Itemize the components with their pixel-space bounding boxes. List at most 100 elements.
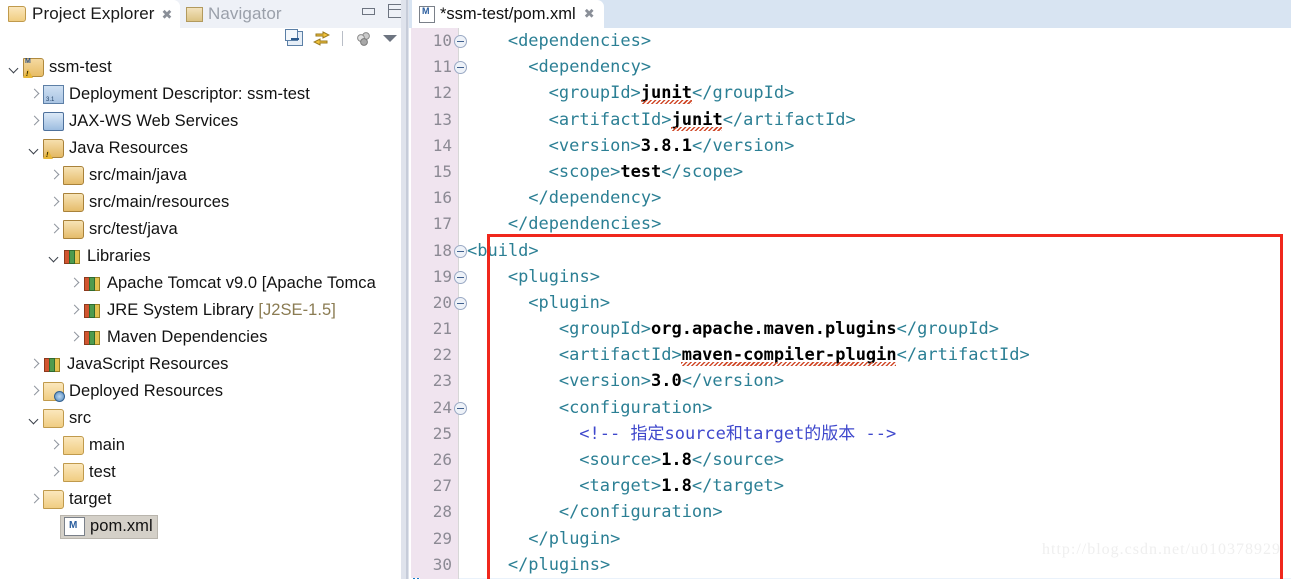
- minimize-button[interactable]: [362, 7, 375, 15]
- fold-collapse-icon[interactable]: [454, 61, 467, 75]
- chevron-right-icon[interactable]: [28, 359, 40, 371]
- tree-item-ssm-test[interactable]: ssm-test: [0, 54, 400, 81]
- tree-item-main[interactable]: main: [0, 432, 400, 459]
- chevron-right-icon[interactable]: [48, 197, 60, 209]
- tree-item-content: Java Resources: [43, 139, 188, 159]
- code-line[interactable]: 15 <scope>test</scope>: [409, 159, 1291, 185]
- tree-item-label-qualifier: [J2SE-1.5]: [253, 301, 336, 319]
- code-line[interactable]: 22 <artifactId>maven-compiler-plugin</art…: [409, 342, 1291, 368]
- tree-item-javascript-resources[interactable]: JavaScript Resources: [0, 351, 400, 378]
- tab-project-explorer[interactable]: Project Explorer ✖: [0, 0, 181, 28]
- project-explorer-toolbar: [0, 28, 409, 54]
- line-number: 12: [432, 83, 452, 103]
- code-text: <configuration>: [558, 397, 713, 418]
- tree-item-java-resources[interactable]: Java Resources: [0, 135, 400, 162]
- tree-item-content: target: [43, 490, 112, 509]
- code-line[interactable]: 18 <build>: [409, 238, 1291, 264]
- chevron-right-icon[interactable]: [28, 89, 40, 101]
- tree-item-label: pom.xml: [90, 516, 153, 535]
- fold-collapse-icon[interactable]: [454, 244, 467, 258]
- close-icon[interactable]: ✖: [584, 6, 595, 22]
- tree-item-label: target: [69, 490, 112, 508]
- collapse-all-icon[interactable]: [285, 29, 303, 46]
- code-line[interactable]: 16 </dependency>: [409, 185, 1291, 211]
- tree-item-src-test-java[interactable]: src/test/java: [0, 216, 400, 243]
- project-tree[interactable]: ssm-test Deployment Descriptor: ssm-test J…: [0, 54, 400, 579]
- panel-divider-line: [406, 0, 408, 579]
- chevron-down-icon[interactable]: [28, 143, 40, 155]
- chevron-right-icon[interactable]: [48, 224, 60, 236]
- code-line[interactable]: 10 <dependencies>: [409, 28, 1291, 54]
- tree-item-content: Apache Tomcat v9.0 [Apache Tomca: [83, 274, 376, 293]
- toolbar-separator: [342, 31, 343, 46]
- tab-navigator[interactable]: Navigator: [178, 0, 290, 28]
- code-line[interactable]: 21 <groupId>org.apache.maven.plugins</gro…: [409, 316, 1291, 342]
- chevron-down-icon[interactable]: [8, 62, 20, 74]
- tree-item-deployment-descriptor-ssm-test[interactable]: Deployment Descriptor: ssm-test: [0, 81, 400, 108]
- tree-item-content: Deployment Descriptor: ssm-test: [43, 85, 310, 104]
- xml-text-value: 3.0: [651, 371, 682, 392]
- chevron-down-icon[interactable]: [48, 251, 60, 263]
- fold-collapse-icon[interactable]: [454, 401, 467, 415]
- code-line[interactable]: 13 <artifactId>junit</artifactId>: [409, 107, 1291, 133]
- link-with-editor-icon[interactable]: [312, 31, 331, 46]
- tree-item-apache-tomcat-v9-0-apache-tomca[interactable]: Apache Tomcat v9.0 [Apache Tomca: [0, 270, 400, 297]
- code-line[interactable]: 25 <!-- 指定source和target的版本 -->: [409, 421, 1291, 447]
- chevron-right-icon[interactable]: [48, 440, 60, 452]
- code-line[interactable]: 12 <groupId>junit</groupId>: [409, 80, 1291, 106]
- code-line[interactable]: 23 <version>3.0</version>: [409, 368, 1291, 394]
- tree-item-src-main-java[interactable]: src/main/java: [0, 162, 400, 189]
- chevron-right-icon[interactable]: [68, 332, 80, 344]
- maven-project-icon: [23, 58, 44, 78]
- code-text: </configuration>: [558, 502, 723, 523]
- code-text: <version>3.8.1</version>: [548, 135, 795, 156]
- maven-pom-icon: [419, 5, 435, 23]
- code-area[interactable]: 10 <dependencies> 11 <dependency> 12 <groupId…: [409, 28, 1291, 579]
- tree-item-src-main-resources[interactable]: src/main/resources: [0, 189, 400, 216]
- tree-item-target[interactable]: target: [0, 486, 400, 513]
- code-line[interactable]: 11 <dependency>: [409, 54, 1291, 80]
- fold-collapse-icon[interactable]: [454, 270, 467, 284]
- chevron-right-icon[interactable]: [28, 386, 40, 398]
- deployed-resources-icon: [43, 382, 65, 402]
- chevron-right-icon[interactable]: [28, 494, 40, 506]
- code-line[interactable]: 27 <target>1.8</target>: [409, 473, 1291, 499]
- tab-pom-xml[interactable]: *ssm-test/pom.xml ✖: [412, 0, 604, 28]
- tree-item-deployed-resources[interactable]: Deployed Resources: [0, 378, 400, 405]
- view-menu-icon[interactable]: [355, 31, 373, 46]
- line-number: 10: [432, 31, 452, 50]
- fold-collapse-icon[interactable]: [454, 35, 467, 48]
- source-folder-icon: [63, 220, 84, 239]
- code-line[interactable]: 28 </configuration>: [409, 499, 1291, 525]
- code-line[interactable]: 14 <version>3.8.1</version>: [409, 133, 1291, 159]
- tree-item-label: JAX-WS Web Services: [69, 112, 239, 130]
- tree-item-test[interactable]: test: [0, 459, 400, 486]
- close-icon[interactable]: ✖: [162, 8, 173, 21]
- line-number: 11: [432, 57, 452, 77]
- tree-item-maven-dependencies[interactable]: Maven Dependencies: [0, 324, 400, 351]
- view-dropdown-chevron-icon[interactable]: [383, 35, 397, 42]
- code-line[interactable]: 19 <plugins>: [409, 264, 1291, 290]
- code-line[interactable]: 20 <plugin>: [409, 290, 1291, 316]
- tree-item-libraries[interactable]: Libraries: [0, 243, 400, 270]
- chevron-right-icon[interactable]: [28, 116, 40, 128]
- code-line[interactable]: 26 <source>1.8</source>: [409, 447, 1291, 473]
- tree-item-src[interactable]: src: [0, 405, 400, 432]
- code-text: </plugin>: [528, 528, 621, 549]
- code-line[interactable]: 24 <configuration>: [409, 395, 1291, 421]
- tree-item-jax-ws-web-services[interactable]: JAX-WS Web Services: [0, 108, 400, 135]
- tree-item-content: Libraries: [63, 247, 151, 266]
- tree-item-pom-xml[interactable]: pom.xml: [0, 513, 400, 540]
- chevron-right-icon[interactable]: [68, 278, 80, 290]
- chevron-right-icon[interactable]: [68, 305, 80, 317]
- chevron-right-icon[interactable]: [48, 170, 60, 182]
- chevron-right-icon[interactable]: [48, 467, 60, 479]
- line-number: 28: [432, 502, 452, 522]
- chevron-down-icon[interactable]: [28, 413, 40, 425]
- code-line[interactable]: 17 </dependencies>: [409, 211, 1291, 237]
- fold-collapse-icon[interactable]: [454, 296, 467, 310]
- tree-item-jre-system-library[interactable]: JRE System Library [J2SE-1.5]: [0, 297, 400, 324]
- eclipse-ide-window: Project Explorer ✖ Navigator ! M ssm-tes…: [0, 0, 1291, 579]
- editor-body[interactable]: 10 <dependencies> 11 <dependency> 12 <groupId…: [409, 28, 1291, 579]
- editor-tab-label: *ssm-test/pom.xml: [440, 4, 576, 23]
